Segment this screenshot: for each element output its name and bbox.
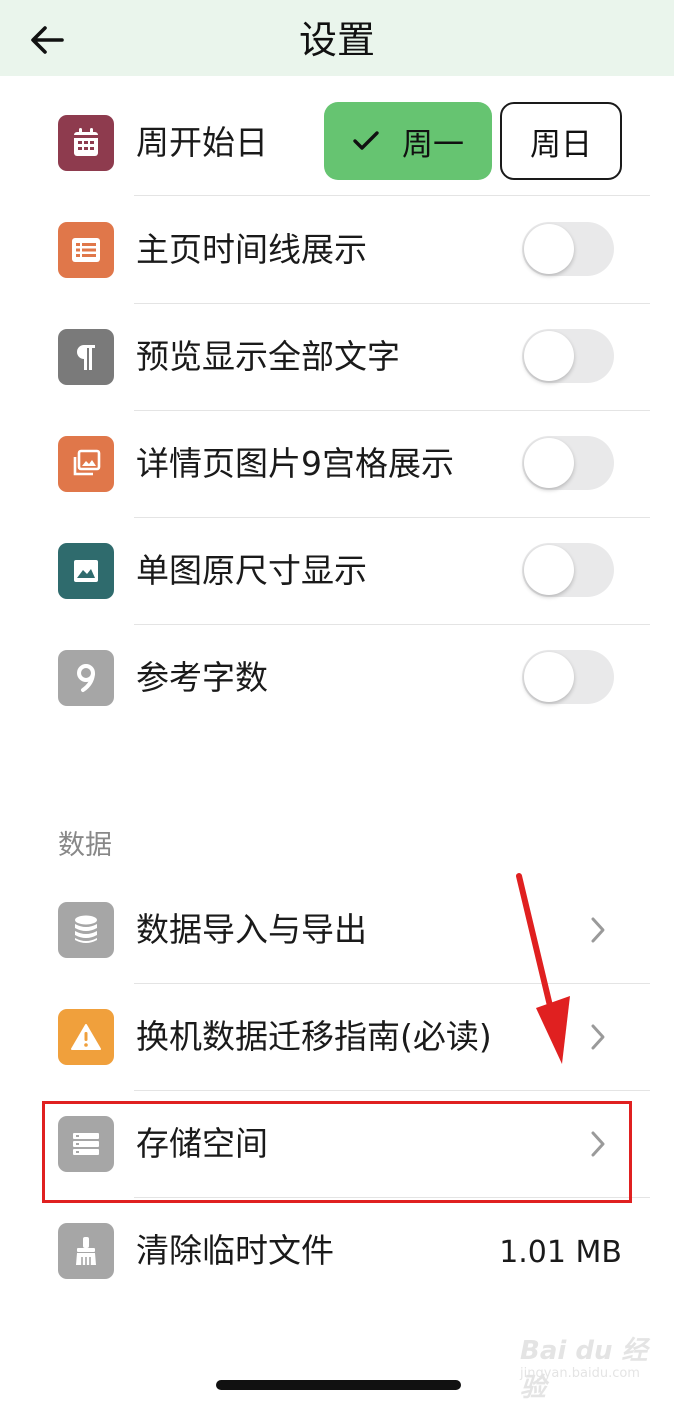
setting-label: 单图原尺寸显示 (136, 551, 367, 590)
page-title: 设置 (298, 18, 375, 62)
setting-label: 参考字数 (136, 658, 268, 697)
setting-label: 主页时间线展示 (136, 230, 367, 269)
annotation-arrow (516, 873, 570, 1064)
word-count-toggle[interactable] (522, 650, 614, 704)
checkmark-icon (353, 131, 379, 150)
toggle-knob (524, 652, 574, 702)
nine-grid-toggle[interactable] (522, 436, 614, 490)
warning-icon (58, 1009, 114, 1065)
image-icon (58, 543, 114, 599)
setting-label: 详情页图片9宫格展示 (136, 444, 454, 483)
setting-row-original-size: 单图原尺寸显示 (0, 517, 674, 624)
watermark-url: jingyan.baidu.com (520, 1366, 640, 1381)
toggle-knob (524, 438, 574, 488)
toggle-knob (524, 331, 574, 381)
toggle-knob (524, 545, 574, 595)
temp-file-size: 1.01 MB (499, 1235, 622, 1270)
preview-text-toggle[interactable] (522, 329, 614, 383)
section-title-data: 数据 (58, 830, 112, 861)
monday-label: 周一 (402, 126, 464, 163)
data-item-label: 清除临时文件 (136, 1231, 334, 1270)
setting-row-nine-grid: 详情页图片9宫格展示 (0, 410, 674, 517)
pilcrow-icon (58, 329, 114, 385)
toggle-knob (524, 224, 574, 274)
timeline-toggle[interactable] (522, 222, 614, 276)
list-icon (58, 222, 114, 278)
highlight-box (42, 1101, 632, 1203)
brush-icon (58, 1223, 114, 1279)
week-start-label: 周开始日 (136, 123, 268, 162)
nine-icon (58, 650, 114, 706)
calendar-icon (58, 115, 114, 171)
database-icon (58, 902, 114, 958)
setting-row-timeline: 主页时间线展示 (0, 196, 674, 303)
week-start-monday-button[interactable]: 周一 (324, 102, 492, 180)
photo-gallery-icon (58, 436, 114, 492)
watermark: Bai du 经验 jingyan.baidu.com (516, 1328, 656, 1403)
setting-row-word-count: 参考字数 (0, 624, 674, 731)
original-size-toggle[interactable] (522, 543, 614, 597)
week-start-sunday-button[interactable]: 周日 (500, 102, 622, 180)
setting-row-preview-text: 预览显示全部文字 (0, 303, 674, 410)
sunday-label: 周日 (530, 126, 592, 163)
data-item-label: 换机数据迁移指南(必读) (136, 1017, 492, 1056)
header-bar: 设置 (0, 0, 674, 76)
setting-label: 预览显示全部文字 (136, 337, 400, 376)
home-indicator[interactable] (216, 1380, 461, 1390)
data-item-clear-temp[interactable]: 清除临时文件 1.01 MB (0, 1197, 674, 1304)
data-item-label: 数据导入与导出 (136, 910, 367, 949)
